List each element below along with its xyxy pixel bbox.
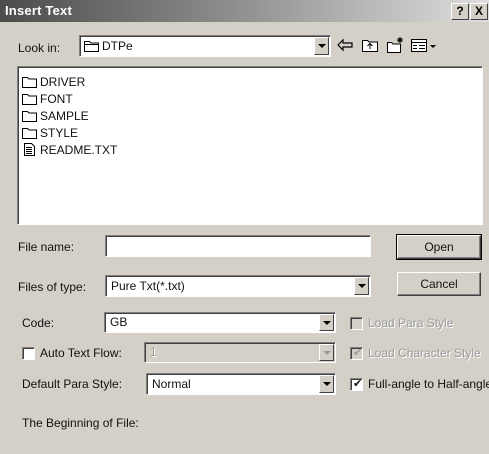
look-in-label: Look in: (18, 41, 61, 55)
auto-text-flow-value: 1 (150, 345, 157, 359)
load-character-style-label: Load Character Style (368, 346, 481, 360)
file-list-item[interactable]: STYLE (22, 124, 78, 141)
folder-icon (22, 94, 37, 105)
code-dropdown-button[interactable] (319, 314, 334, 331)
file-name-text: README.TXT (40, 142, 118, 157)
look-in-combo[interactable]: DTPe (79, 35, 331, 57)
default-para-style-value: Normal (152, 377, 191, 391)
load-para-style-label: Load Para Style (368, 316, 454, 330)
up-folder-icon[interactable] (360, 36, 380, 54)
file-list[interactable]: DRIVER FONT SAMPLE STYLE README.TXT (17, 66, 483, 225)
files-of-type-label: Files of type: (18, 280, 87, 294)
full-angle-label: Full-angle to Half-angle (368, 377, 489, 391)
full-angle-checkbox[interactable]: ✔ (350, 378, 363, 391)
file-list-item[interactable]: README.TXT (22, 141, 117, 158)
file-list-item[interactable]: SAMPLE (22, 107, 89, 124)
file-name-text: DRIVER (40, 74, 86, 89)
look-in-value: DTPe (102, 39, 133, 53)
file-list-item[interactable]: FONT (22, 90, 73, 107)
window-title: Insert Text (5, 3, 72, 18)
folder-open-icon (84, 41, 99, 52)
code-label: Code: (22, 316, 55, 330)
auto-text-flow-checkbox[interactable] (22, 347, 35, 360)
default-para-style-label: Default Para Style: (22, 377, 123, 391)
close-button[interactable]: X (470, 3, 488, 20)
view-menu-icon[interactable] (410, 36, 438, 54)
file-list-item[interactable]: DRIVER (22, 73, 85, 90)
text-file-icon (24, 143, 35, 156)
file-name-text: SAMPLE (40, 108, 89, 123)
folder-icon (22, 111, 37, 122)
folder-icon (22, 77, 37, 88)
code-combo[interactable]: GB (104, 312, 336, 333)
default-para-style-dropdown-button[interactable] (319, 375, 334, 393)
beginning-of-file-label: The Beginning of File: (22, 416, 139, 430)
file-name-input[interactable] (105, 235, 371, 257)
code-value: GB (110, 315, 128, 329)
file-name-text: STYLE (40, 125, 79, 140)
help-button[interactable]: ? (451, 3, 469, 20)
auto-text-flow-label: Auto Text Flow: (40, 346, 122, 360)
load-para-style-checkbox[interactable] (350, 317, 363, 330)
new-folder-icon[interactable] (385, 36, 405, 54)
auto-text-flow-dropdown-button[interactable] (319, 344, 334, 361)
back-arrow-icon[interactable] (335, 36, 355, 54)
files-of-type-combo[interactable]: Pure Txt(*.txt) (105, 275, 371, 297)
folder-icon (22, 128, 37, 139)
files-of-type-value: Pure Txt(*.txt) (111, 279, 185, 293)
file-name-text: FONT (40, 91, 73, 106)
auto-text-flow-combo[interactable]: 1 (144, 342, 336, 363)
cancel-button[interactable]: Cancel (397, 272, 481, 296)
file-name-label: File name: (18, 240, 75, 254)
insert-text-dialog: Insert Text ? X Look in: DTPe DRIVER FONT… (0, 0, 489, 454)
look-in-dropdown-button[interactable] (314, 37, 329, 55)
open-button[interactable]: Open (396, 234, 482, 260)
files-of-type-dropdown-button[interactable] (354, 277, 369, 295)
load-character-style-checkbox[interactable]: ✔ (350, 347, 363, 360)
title-bar[interactable]: Insert Text ? X (0, 0, 489, 22)
default-para-style-combo[interactable]: Normal (146, 373, 336, 395)
